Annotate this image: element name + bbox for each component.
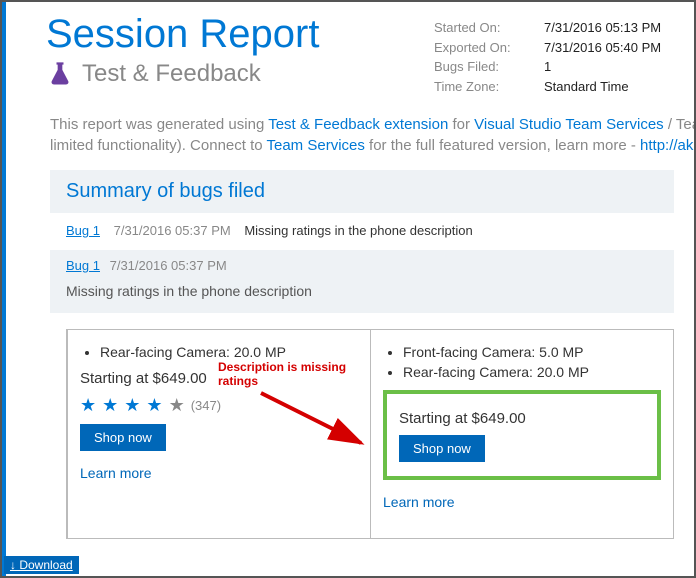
right-bullet-1: Front-facing Camera: 5.0 MP [403,344,661,360]
left-learn-more[interactable]: Learn more [80,465,358,481]
right-learn-more[interactable]: Learn more [383,494,661,510]
screenshot-left-panel: Rear-facing Camera: 20.0 MP Starting at … [67,330,371,538]
bug-summary-title: Missing ratings in the phone description [244,223,472,238]
bug-detail-date: 7/31/2016 05:37 PM [110,258,227,273]
right-shop-button[interactable]: Shop now [399,435,485,462]
star-icon: ★ [80,395,96,416]
meta-bugs-label: Bugs Filed: [434,57,544,77]
section-title: Summary of bugs filed [50,170,674,213]
meta-started-label: Started On: [434,18,544,38]
bug-summary-date: 7/31/2016 05:37 PM [114,223,231,238]
meta-exported-label: Exported On: [434,38,544,58]
star-icon: ★ [124,395,140,416]
screenshot-right-panel: Front-facing Camera: 5.0 MP Rear-facing … [371,330,673,538]
bug-detail-link[interactable]: Bug 1 [66,258,100,273]
meta-bugs-value: 1 [544,57,551,77]
page-title: Session Report [46,12,434,56]
intro-link-url[interactable]: http://ak [640,137,693,154]
star-icon: ★ [146,395,162,416]
annotation-text: Description is missing ratings [218,360,348,389]
intro-link-vsts[interactable]: Visual Studio Team Services [474,116,664,133]
star-icon: ★ [169,395,185,416]
bug-summary-row: Bug 1 7/31/2016 05:37 PM Missing ratings… [6,213,694,244]
meta-exported-value: 7/31/2016 05:40 PM [544,38,661,58]
page-subtitle: Test & Feedback [82,60,261,88]
intro-link-team-services[interactable]: Team Services [267,137,365,154]
meta-tz-value: Standard Time [544,77,629,97]
bug-detail: Bug 1 7/31/2016 05:37 PM Missing ratings… [50,250,674,313]
left-stars: ★ ★ ★ ★ ★ (347) [80,395,358,416]
star-icon: ★ [102,395,118,416]
bug-detail-desc: Missing ratings in the phone description [66,283,658,299]
download-button[interactable]: ↓ Download [4,556,79,574]
flask-icon [46,60,74,88]
intro-text: This report was generated using Test & F… [6,100,694,166]
right-price: Starting at $649.00 [399,410,645,427]
bug-summary-link[interactable]: Bug 1 [66,223,100,238]
right-bullet-2: Rear-facing Camera: 20.0 MP [403,364,661,380]
left-bullet-1: Rear-facing Camera: 20.0 MP [100,344,358,360]
intro-link-extension[interactable]: Test & Feedback extension [268,116,448,133]
left-rating-count: (347) [191,398,221,413]
meta-tz-label: Time Zone: [434,77,544,97]
bug-screenshot: Rear-facing Camera: 20.0 MP Starting at … [66,329,674,539]
highlight-box: Starting at $649.00 Shop now [383,390,661,480]
left-shop-button[interactable]: Shop now [80,424,166,451]
meta-table: Started On: 7/31/2016 05:13 PM Exported … [434,18,674,96]
meta-started-value: 7/31/2016 05:13 PM [544,18,661,38]
